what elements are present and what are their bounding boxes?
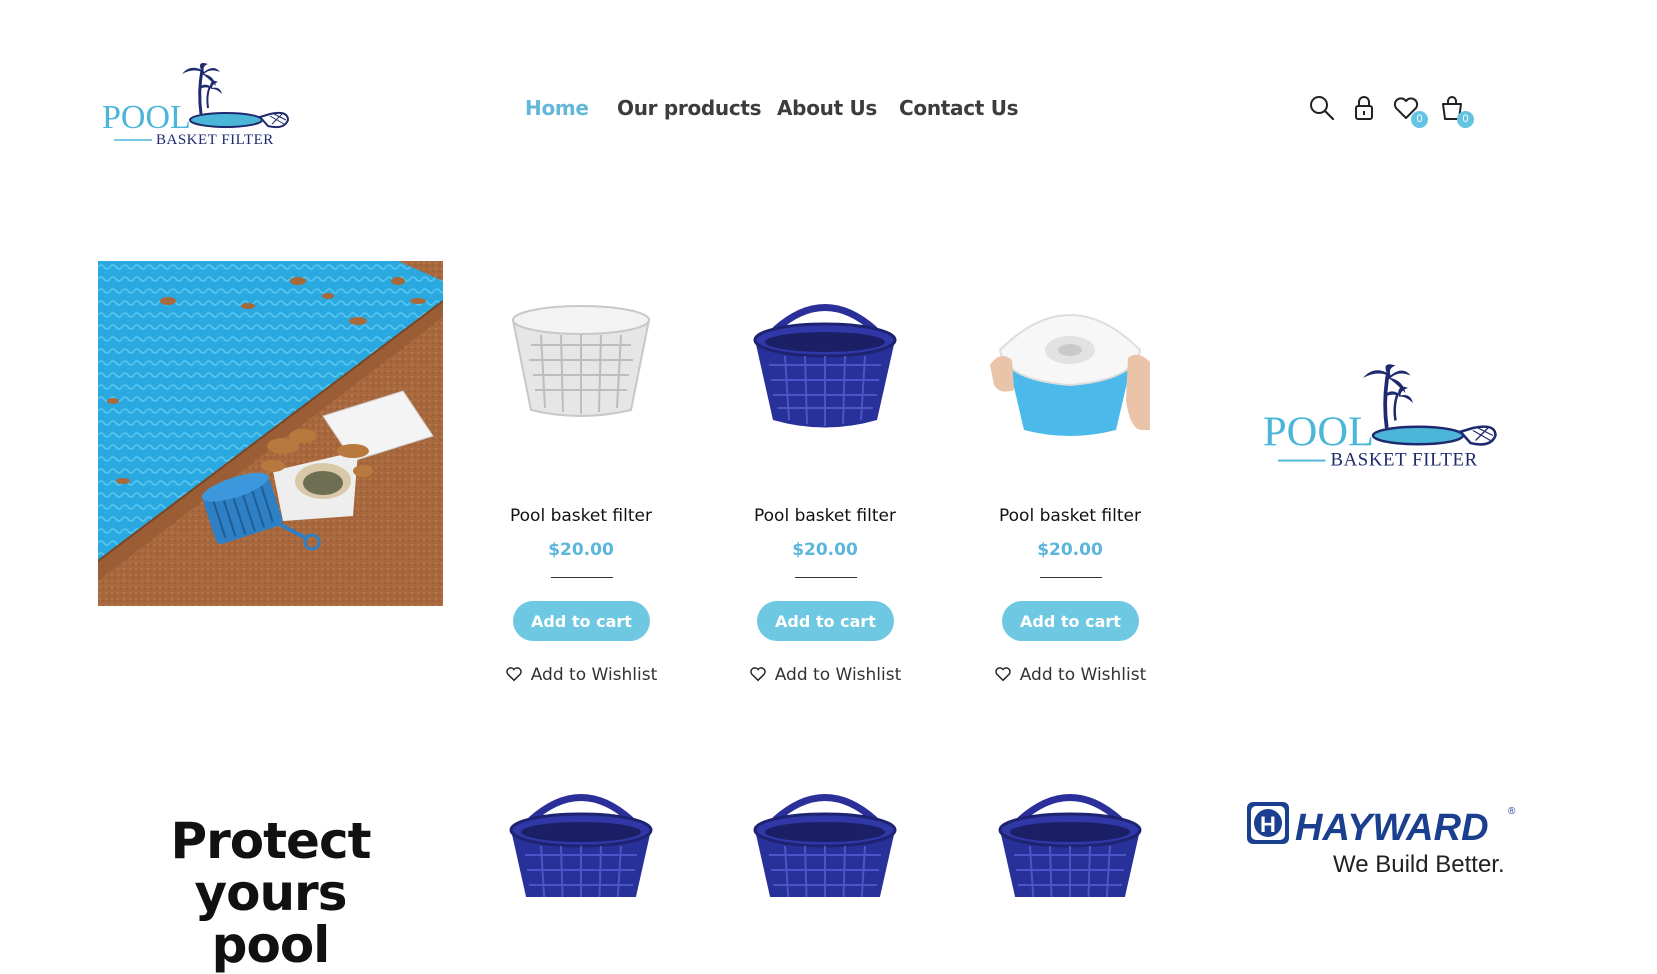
product-title[interactable]: Pool basket filter [945, 506, 1195, 526]
product-image-blue-basket[interactable] [990, 780, 1150, 897]
promo-heading: Protect yours pool [170, 812, 371, 974]
divider [795, 577, 857, 578]
product-image-skimmer-sock[interactable] [990, 290, 1150, 460]
svg-text:BASKET FILTER: BASKET FILTER [156, 132, 274, 148]
cart-count-badge: 0 [1457, 111, 1474, 128]
product-image-white-basket[interactable] [501, 290, 661, 460]
lock-icon[interactable] [1350, 94, 1380, 124]
product-price: $20.00 [548, 540, 614, 560]
heart-icon [750, 667, 766, 682]
svg-text:We Build Better.: We Build Better. [1333, 851, 1505, 878]
svg-text:H: H [1260, 812, 1276, 837]
product-title[interactable]: Pool basket filter [700, 506, 950, 526]
product-price: $20.00 [1037, 540, 1103, 560]
hero-pool-image [98, 261, 443, 606]
add-to-wishlist-link[interactable]: Add to Wishlist [700, 665, 950, 685]
product-price: $20.00 [792, 540, 858, 560]
svg-text:POOL: POOL [1263, 409, 1374, 456]
product-card: Pool basket filter $20.00 Add to cart Ad… [700, 290, 950, 690]
divider [551, 577, 613, 578]
svg-text:BASKET FILTER: BASKET FILTER [1331, 450, 1478, 471]
hayward-logo: H HAYWARD ® We Build Better. [1245, 800, 1520, 880]
product-image-blue-basket[interactable] [745, 780, 905, 897]
add-to-wishlist-link[interactable]: Add to Wishlist [945, 665, 1195, 685]
add-to-cart-button[interactable]: Add to cart [513, 601, 650, 641]
heart-icon [995, 667, 1011, 682]
nav-contact-us[interactable]: Contact Us [899, 96, 1019, 120]
divider [1040, 577, 1102, 578]
cart-button[interactable]: 0 [1438, 94, 1474, 128]
add-to-cart-button[interactable]: Add to cart [1002, 601, 1139, 641]
heart-icon [506, 667, 522, 682]
wishlist-count-badge: 0 [1411, 111, 1428, 128]
nav-our-products[interactable]: Our products [617, 96, 762, 120]
add-to-wishlist-link[interactable]: Add to Wishlist [456, 665, 706, 685]
add-to-cart-button[interactable]: Add to cart [757, 601, 894, 641]
product-image-blue-basket[interactable] [501, 780, 661, 897]
brand-logo-banner: POOL BASKET FILTER [1258, 363, 1508, 488]
wishlist-button[interactable]: 0 [1392, 94, 1428, 128]
svg-text:®: ® [1508, 806, 1516, 817]
search-icon[interactable] [1308, 94, 1338, 124]
nav-home[interactable]: Home [525, 96, 589, 120]
product-card: Pool basket filter $20.00 Add to cart Ad… [456, 290, 706, 690]
product-title[interactable]: Pool basket filter [456, 506, 706, 526]
nav-about-us[interactable]: About Us [777, 96, 877, 120]
svg-text:HAYWARD: HAYWARD [1295, 807, 1489, 849]
product-card: Pool basket filter $20.00 Add to cart Ad… [945, 290, 1195, 690]
product-image-blue-basket[interactable] [745, 290, 905, 460]
